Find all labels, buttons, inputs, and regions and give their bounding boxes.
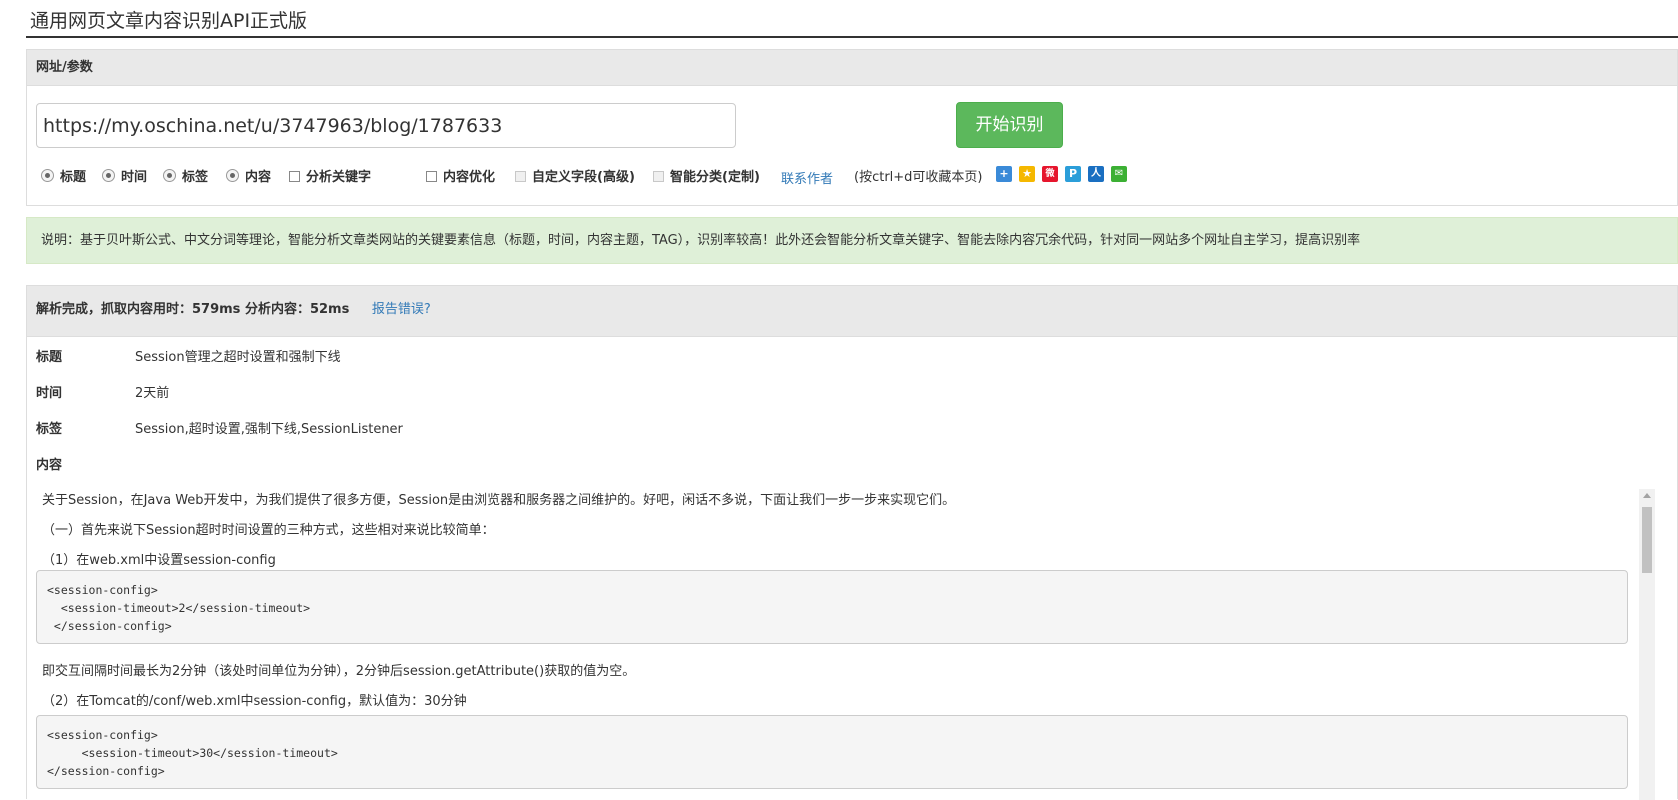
option-content[interactable]: 内容 (226, 166, 271, 185)
page-title: 通用网页文章内容识别API正式版 (30, 10, 308, 32)
tags-radio[interactable] (163, 169, 176, 182)
options-row: 标题 时间 标签 内容 分析关键字 内容优化 自定义字段(高级) 智能分类(定制… (41, 166, 1441, 190)
option-keywords[interactable]: 分析关键字 (289, 166, 371, 185)
weibo-share-glyph: 微 (1045, 169, 1055, 179)
weibo-share-icon[interactable]: 微 (1042, 166, 1058, 182)
params-panel: 网址/参数 开始识别 标题 时间 标签 内容 分析关键字 内容优化 自定义字段(… (26, 49, 1678, 206)
option-time-label: 时间 (121, 170, 148, 185)
renren-share-glyph: 人 (1091, 168, 1101, 179)
bookmark-hint: (按ctrl+d可收藏本页) (854, 170, 983, 185)
field-time-label: 时间 (36, 386, 63, 401)
smart-classify-checkbox[interactable] (653, 171, 664, 182)
start-recognize-button[interactable]: 开始识别 (956, 102, 1063, 148)
description-note: 说明：基于贝叶斯公式、中文分词等理论，智能分析文章类网站的关键要素信息（标题，时… (26, 217, 1678, 264)
option-custom-fields-label: 自定义字段(高级) (532, 170, 635, 185)
code-block: <session-config> <session-timeout>2</ses… (36, 570, 1628, 644)
option-custom-fields[interactable]: 自定义字段(高级) (515, 166, 635, 185)
option-keywords-label: 分析关键字 (306, 170, 372, 185)
parse-status: 解析完成，抓取内容用时：579ms 分析内容：52ms (36, 302, 350, 317)
option-tags-label: 标签 (182, 170, 209, 185)
field-tags-label: 标签 (36, 422, 63, 437)
option-content-label: 内容 (245, 170, 272, 185)
title-divider (26, 36, 1678, 38)
option-optimize[interactable]: 内容优化 (426, 166, 495, 185)
field-content-label: 内容 (36, 458, 63, 473)
content-paragraph: （1）在web.xml中设置session-config (42, 553, 276, 568)
optimize-checkbox[interactable] (426, 171, 437, 182)
content-paragraph: （2）在Tomcat的/conf/web.xml中session-config，… (42, 694, 467, 709)
field-time-value: 2天前 (135, 386, 170, 401)
field-title-label: 标题 (36, 350, 63, 365)
wechat-share-icon[interactable]: ✉ (1111, 166, 1127, 182)
renren-share-icon[interactable]: 人 (1088, 166, 1104, 182)
option-time[interactable]: 时间 (102, 166, 147, 185)
option-optimize-label: 内容优化 (443, 170, 496, 185)
contact-author-link[interactable]: 联系作者 (781, 168, 833, 187)
add-share-icon[interactable]: + (996, 166, 1012, 182)
content-paragraph: （一）首先来说下Session超时时间设置的三种方式，这些相对来说比较简单： (42, 523, 495, 538)
option-smart-classify[interactable]: 智能分类(定制) (653, 166, 760, 185)
option-tags[interactable]: 标签 (163, 166, 208, 185)
code-block: <session-config> <session-timeout>30</se… (36, 715, 1628, 789)
time-radio[interactable] (102, 169, 115, 182)
wechat-share-glyph: ✉ (1114, 168, 1124, 179)
title-radio[interactable] (41, 169, 54, 182)
add-share-glyph: + (999, 167, 1009, 180)
option-title[interactable]: 标题 (41, 166, 86, 185)
url-input[interactable] (36, 103, 736, 148)
result-panel-header: 解析完成，抓取内容用时：579ms 分析内容：52ms 报告错误? (27, 286, 1677, 337)
result-panel: 解析完成，抓取内容用时：579ms 分析内容：52ms 报告错误? 标题 Ses… (26, 285, 1678, 800)
field-title-value: Session管理之超时设置和强制下线 (135, 350, 341, 365)
qzone-share-glyph: ★ (1022, 167, 1032, 180)
params-panel-header: 网址/参数 (27, 50, 1677, 86)
report-error-link[interactable]: 报告错误? (372, 302, 431, 317)
content-scrollbar[interactable] (1639, 489, 1655, 800)
content-paragraph: 即交互间隔时间最长为2分钟（该处时间单位为分钟），2分钟后session.get… (42, 664, 636, 679)
content-scroll-area[interactable]: 关于Session，在Java Web开发中，为我们提供了很多方便，Sessio… (27, 489, 1678, 800)
scroll-thumb[interactable] (1642, 507, 1652, 573)
keywords-checkbox[interactable] (289, 171, 300, 182)
custom-fields-checkbox[interactable] (515, 171, 526, 182)
content-radio[interactable] (226, 169, 239, 182)
option-smart-classify-label: 智能分类(定制) (670, 170, 760, 185)
field-tags-value: Session,超时设置,强制下线,SessionListener (135, 422, 403, 437)
scroll-up-arrow-icon[interactable] (1643, 493, 1651, 498)
qzone-share-icon[interactable]: ★ (1019, 166, 1035, 182)
tencent-share-glyph: P (1068, 167, 1078, 180)
page: 通用网页文章内容识别API正式版 网址/参数 开始识别 标题 时间 标签 内容 … (26, 0, 1678, 800)
content-paragraph: 关于Session，在Java Web开发中，为我们提供了很多方便，Sessio… (42, 493, 956, 508)
tencent-share-icon[interactable]: P (1065, 166, 1081, 182)
option-title-label: 标题 (60, 170, 87, 185)
